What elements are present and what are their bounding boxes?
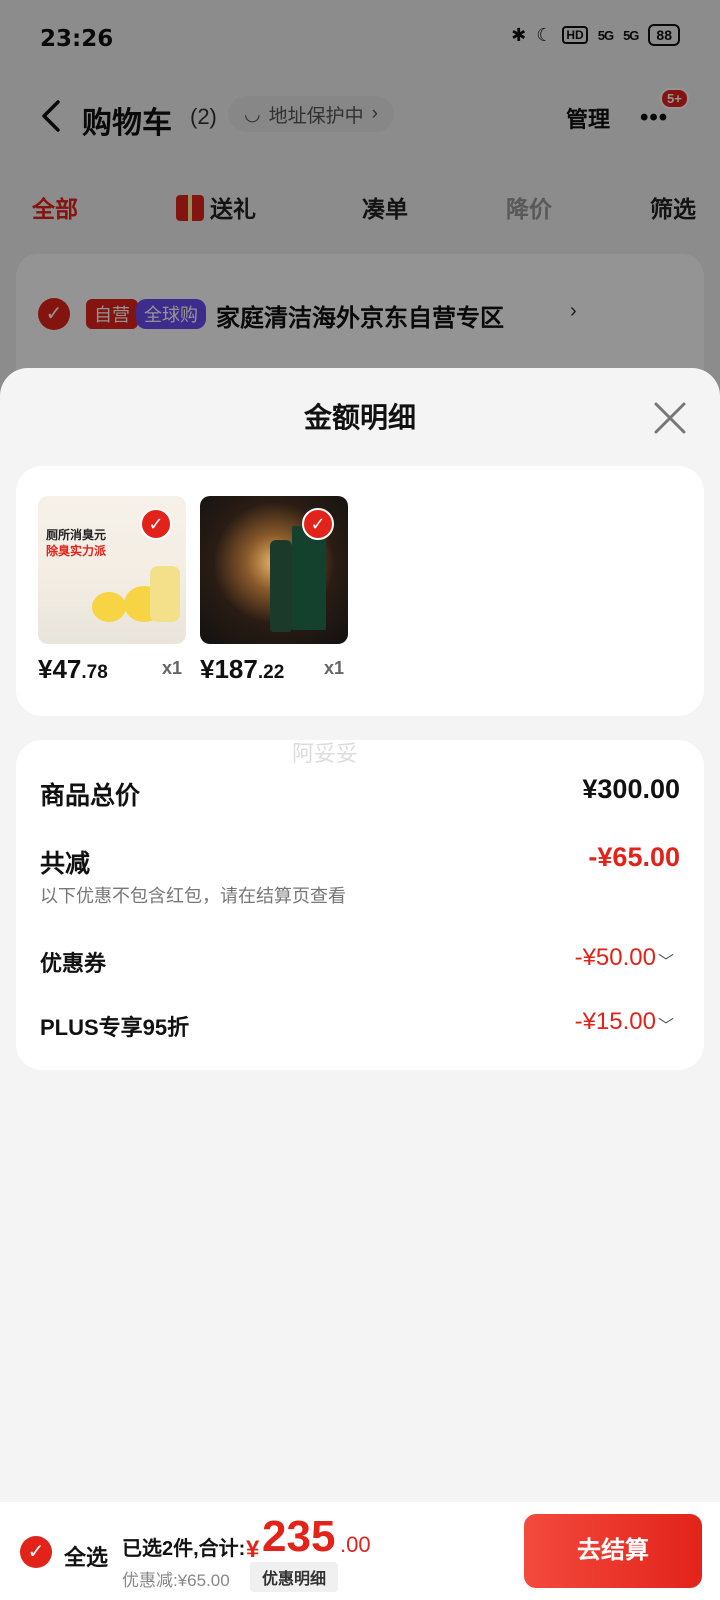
products-card: 厕所消臭元 除臭实力派 ✓ ¥47.78 x1 ✓ ¥187.22 x1 [16, 466, 704, 716]
product-box-shape [292, 526, 326, 630]
sheet-title: 金额明细 [303, 402, 416, 433]
summary-card: 阿妥妥 商品总价 ¥300.00 共减 -¥65.00 以下优惠不包含红包，请在… [16, 740, 704, 1070]
bottle-shape [270, 540, 292, 632]
total-price-label: 商品总价 [40, 782, 141, 810]
coupon-value[interactable]: -¥50.00 [575, 944, 656, 972]
select-all-checkbox[interactable]: ✓ [20, 1536, 52, 1568]
product-item[interactable]: 厕所消臭元 除臭实力派 ✓ ¥47.78 x1 [38, 496, 188, 684]
close-icon[interactable] [652, 400, 688, 436]
product-image-text: 厕所消臭元 [46, 528, 107, 542]
product-price: ¥47.78 [38, 654, 108, 685]
total-reduction-value: -¥65.00 [588, 842, 680, 872]
product-qty: x1 [324, 658, 345, 678]
product-item[interactable]: ✓ ¥187.22 x1 [200, 496, 350, 684]
plus-discount-label: PLUS专享95折 [40, 1015, 190, 1040]
product-selected-check[interactable]: ✓ [140, 508, 172, 540]
selected-count-text: 已选2件,合计: [122, 1538, 246, 1560]
watermark: 阿妥妥 [292, 741, 359, 766]
chevron-down-icon[interactable]: ﹀ [658, 1012, 674, 1036]
discount-text: 优惠减:¥65.00 [122, 1571, 230, 1590]
product-price-dec: .78 [81, 662, 108, 683]
product-selected-check[interactable]: ✓ [302, 508, 334, 540]
product-price-int: ¥47 [38, 654, 82, 684]
checkout-bar: ✓ 全选 已选2件,合计: ¥ 235 .00 优惠减:¥65.00 优惠明细 … [0, 1502, 720, 1600]
product-image-deodorizer: 厕所消臭元 除臭实力派 ✓ [38, 496, 186, 644]
coupon-label: 优惠券 [40, 951, 107, 976]
discount-detail-button[interactable]: 优惠明细 [250, 1562, 339, 1592]
total-currency: ¥ [246, 1536, 260, 1563]
total-reduction-label: 共减 [40, 850, 91, 878]
total-amount-int: 235 [262, 1512, 336, 1561]
chevron-down-icon[interactable]: ﹀ [658, 948, 674, 972]
product-box-shape [150, 566, 180, 622]
product-price-dec: .22 [257, 662, 285, 683]
amount-detail-sheet: 金额明细 厕所消臭元 除臭实力派 ✓ ¥47.78 x1 ✓ ¥187.22 x… [0, 368, 720, 1600]
total-price-value: ¥300.00 [582, 774, 680, 804]
checkout-button[interactable]: 去结算 [524, 1514, 702, 1588]
product-qty: x1 [162, 658, 183, 678]
total-amount-dec: .00 [340, 1532, 371, 1557]
product-price: ¥187.22 [200, 654, 284, 685]
product-image-whisky: ✓ [200, 496, 348, 644]
plus-discount-value[interactable]: -¥15.00 [575, 1008, 656, 1036]
lemon-shape [92, 592, 126, 622]
select-all-label[interactable]: 全选 [64, 1540, 108, 1572]
product-image-text: 除臭实力派 [46, 544, 107, 558]
product-price-int: ¥187 [200, 654, 258, 684]
reduction-note: 以下优惠不包含红包，请在结算页查看 [40, 886, 346, 906]
